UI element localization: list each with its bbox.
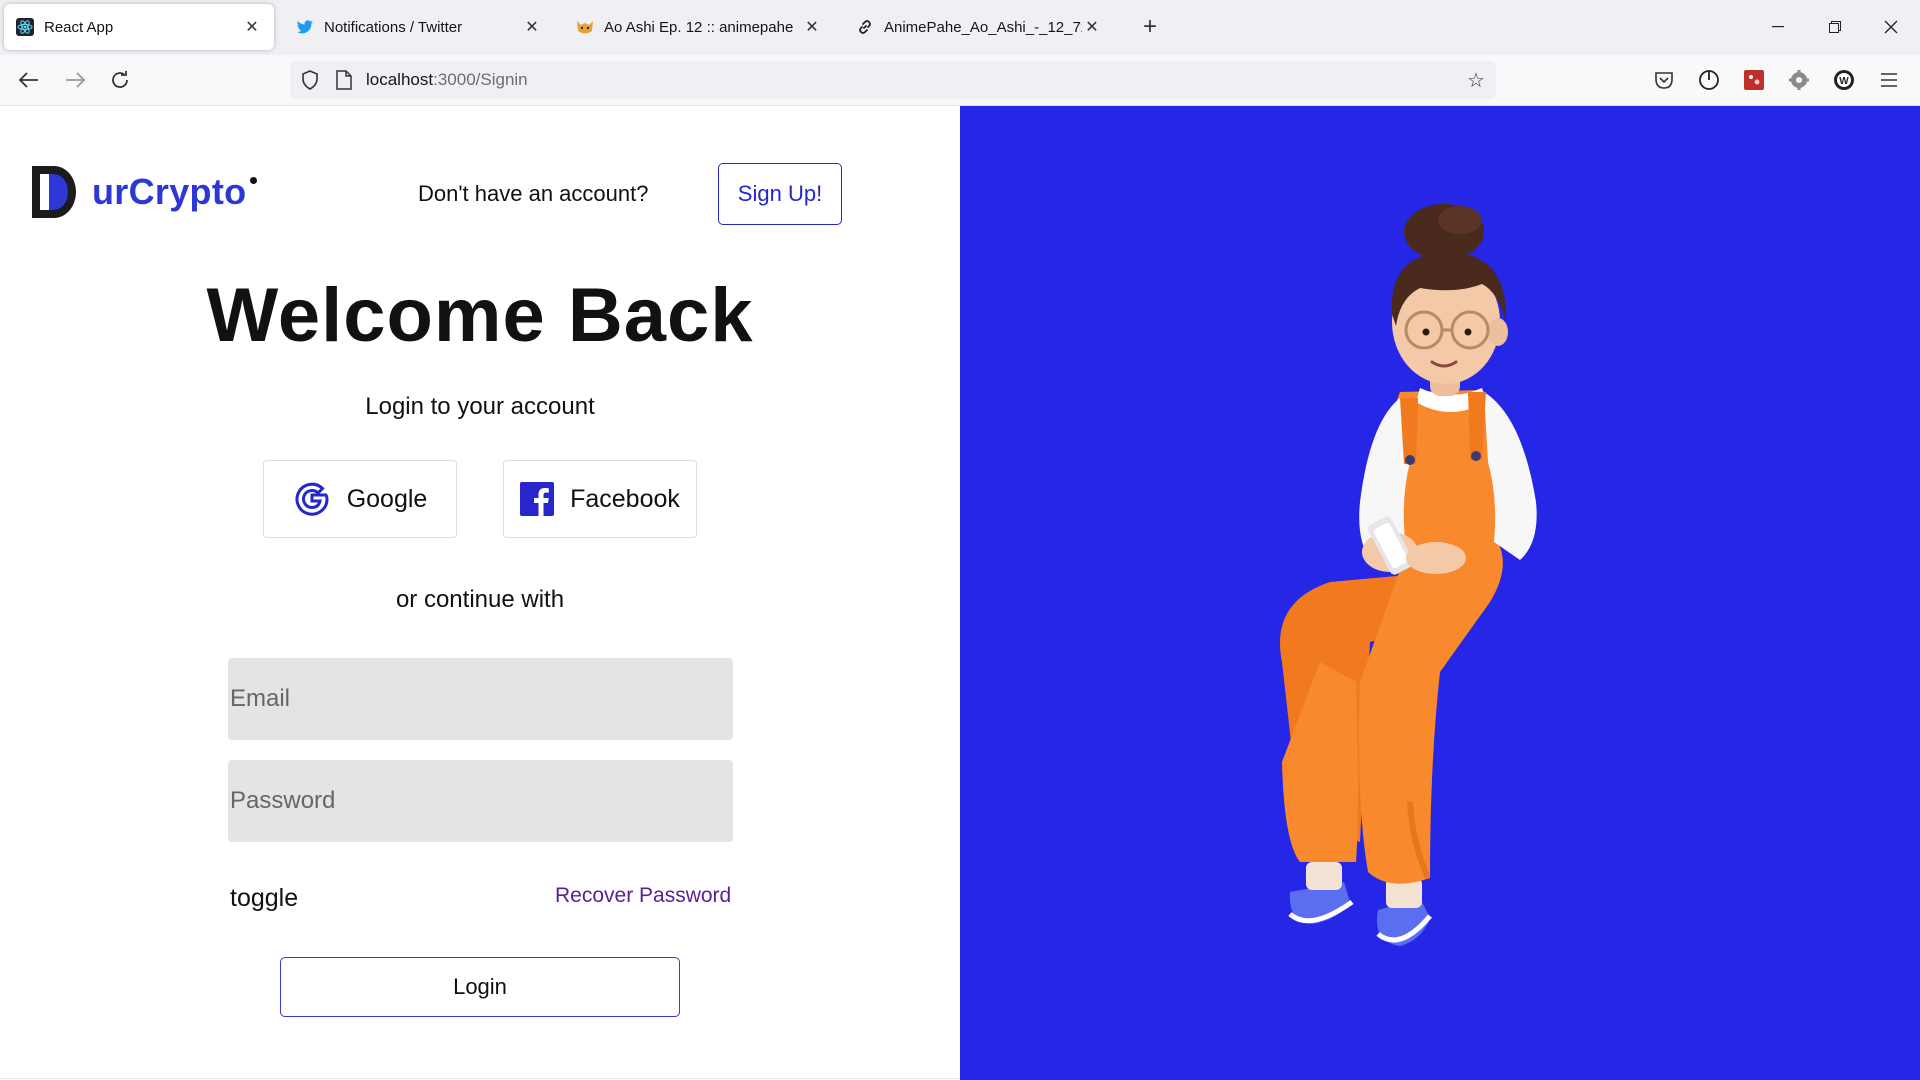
url-host: localhost: [366, 70, 434, 89]
minimize-button[interactable]: [1753, 10, 1803, 44]
tab-title: Ao Ashi Ep. 12 :: animepahe: [604, 18, 794, 36]
svg-text:W: W: [1839, 76, 1849, 87]
no-account-text: Don't have an account?: [418, 181, 649, 206]
close-icon[interactable]: ✕: [802, 17, 822, 37]
password-toggle[interactable]: toggle: [230, 884, 298, 913]
new-tab-button[interactable]: +: [1138, 12, 1162, 42]
shield-icon[interactable]: [300, 70, 320, 90]
close-icon[interactable]: ✕: [522, 17, 542, 37]
menu-icon[interactable]: [1877, 68, 1901, 92]
url-path: :3000/Signin: [433, 70, 528, 89]
address-bar[interactable]: localhost:3000/Signin ☆: [290, 61, 1496, 99]
react-icon: [16, 18, 34, 36]
page-subtitle: Login to your account: [365, 393, 595, 420]
email-field[interactable]: [228, 658, 733, 740]
facebook-login-button[interactable]: Facebook: [503, 460, 697, 538]
tab-download[interactable]: AnimePahe_Ao_Ashi_-_12_720p ✕: [844, 4, 1114, 50]
timer-extension-icon[interactable]: [1697, 68, 1721, 92]
google-login-button[interactable]: Google: [263, 460, 457, 538]
tab-strip: React App ✕ Notifications / Twitter ✕ Ao…: [0, 0, 1920, 55]
link-icon: [856, 18, 874, 36]
facebook-label: Facebook: [570, 484, 680, 513]
reload-button[interactable]: [103, 63, 137, 97]
login-button[interactable]: Login: [280, 957, 680, 1017]
twitter-icon: [296, 18, 314, 36]
tab-title: Notifications / Twitter: [324, 18, 463, 36]
tab-react-app[interactable]: React App ✕: [4, 4, 274, 50]
page-icon[interactable]: [336, 70, 356, 90]
tab-title: AnimePahe_Ao_Ashi_-_12_720p: [884, 18, 1082, 36]
back-button[interactable]: [12, 63, 46, 97]
close-icon[interactable]: ✕: [1082, 17, 1102, 37]
gear-extension-icon[interactable]: [1787, 68, 1811, 92]
animepahe-icon: [576, 18, 594, 36]
url-text[interactable]: localhost:3000/Signin: [366, 70, 528, 90]
red-extension-icon[interactable]: [1742, 68, 1766, 92]
tab-twitter[interactable]: Notifications / Twitter ✕: [284, 4, 554, 50]
password-field[interactable]: [228, 760, 733, 842]
google-icon: [295, 482, 329, 516]
facebook-icon: [520, 482, 555, 516]
hero-panel: [960, 106, 1920, 1080]
google-label: Google: [346, 484, 428, 513]
brand-logo[interactable]: urCrypto: [32, 166, 258, 218]
w-extension-icon[interactable]: W: [1832, 68, 1856, 92]
bookmark-star-icon[interactable]: ☆: [1464, 68, 1488, 92]
signin-page: urCrypto Don't have an account? Sign Up!…: [0, 106, 1920, 1080]
forward-button[interactable]: [58, 63, 92, 97]
sitting-character-illustration: [1280, 204, 1537, 946]
or-continue-text: or continue with: [395, 586, 565, 613]
sign-up-button[interactable]: Sign Up!: [718, 163, 842, 225]
divider: [0, 1078, 960, 1079]
close-window-button[interactable]: [1866, 10, 1916, 44]
urcrypto-logo-icon: [32, 166, 76, 218]
brand-dot: [250, 177, 258, 184]
page-title: Welcome Back: [206, 273, 754, 358]
brand-name-text: urCrypto: [92, 171, 247, 212]
recover-password-link[interactable]: Recover Password: [555, 884, 731, 908]
tab-title: React App: [44, 18, 114, 36]
brand-name: urCrypto: [92, 171, 258, 213]
pocket-icon[interactable]: [1652, 68, 1676, 92]
tab-animepahe[interactable]: Ao Ashi Ep. 12 :: animepahe ✕: [564, 4, 834, 50]
navigation-toolbar: localhost:3000/Signin ☆ W: [0, 55, 1920, 106]
close-icon[interactable]: ✕: [242, 17, 262, 37]
restore-button[interactable]: [1810, 10, 1860, 44]
signin-panel: urCrypto Don't have an account? Sign Up!…: [0, 106, 960, 1080]
